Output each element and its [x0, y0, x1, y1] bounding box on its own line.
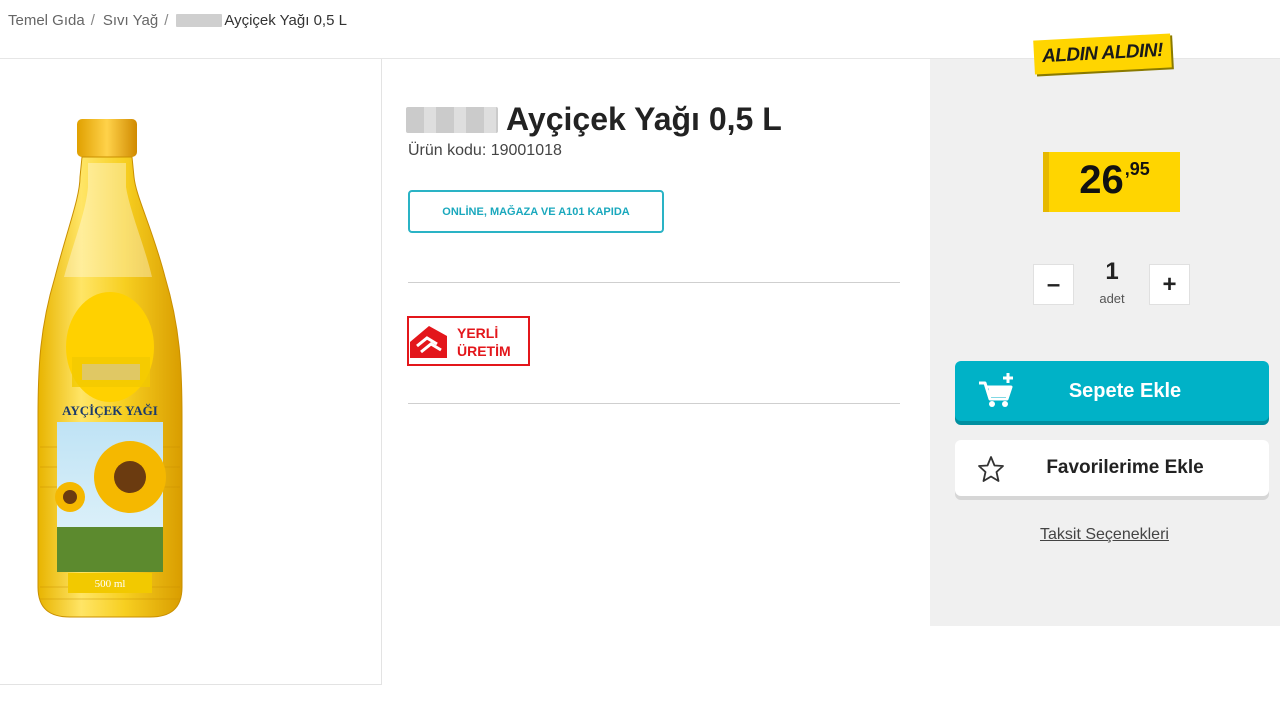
product-image-panel: AYÇİÇEK YAĞI 500 ml — [0, 59, 382, 685]
local-production-badge: YERLİ ÜRETİM — [407, 316, 530, 366]
cart-plus-icon — [979, 373, 1013, 407]
price-decimal: ,95 — [1124, 159, 1150, 179]
sales-channel-badge: ONLİNE, MAĞAZA VE A101 KAPIDA — [408, 190, 664, 233]
product-code: Ürün kodu: 19001018 — [408, 142, 562, 159]
add-to-favorites-button[interactable]: Favorilerime Ekle — [955, 440, 1269, 496]
breadcrumb: Temel Gıda / Sıvı Yağ / Ayçiçek Yağı 0,5… — [8, 12, 347, 29]
breadcrumb-item-temel-gida[interactable]: Temel Gıda — [8, 12, 85, 29]
svg-text:AYÇİÇEK YAĞI: AYÇİÇEK YAĞI — [62, 403, 158, 418]
quantity-decrease-button[interactable]: – — [1033, 264, 1074, 305]
add-to-cart-button[interactable]: Sepete Ekle — [955, 361, 1269, 421]
breadcrumb-separator: / — [90, 12, 95, 29]
breadcrumb-item-sivi-yag[interactable]: Sıvı Yağ — [103, 12, 158, 29]
installment-options-link[interactable]: Taksit Seçenekleri — [1040, 526, 1169, 544]
svg-text:500 ml: 500 ml — [95, 578, 126, 590]
price-tag: 26 ,95 — [1043, 152, 1180, 212]
divider — [408, 403, 900, 404]
product-title-text: Ayçiçek Yağı 0,5 L — [506, 101, 782, 138]
star-icon — [978, 456, 1004, 482]
add-to-favorites-label: Favorilerime Ekle — [1046, 457, 1204, 478]
brand-blur — [176, 14, 223, 27]
product-title: Ayçiçek Yağı 0,5 L — [406, 101, 782, 138]
breadcrumb-current: Ayçiçek Yağı 0,5 L — [224, 12, 347, 29]
divider — [408, 282, 900, 283]
quantity-unit: adet — [1099, 291, 1125, 306]
svg-text:ÜRETİM: ÜRETİM — [457, 343, 511, 359]
breadcrumb-separator: / — [164, 12, 169, 29]
quantity-value: 1 — [1105, 258, 1119, 285]
product-image[interactable]: AYÇİÇEK YAĞI 500 ml — [30, 117, 195, 622]
promo-tag: ALDIN ALDIN! — [1033, 33, 1172, 75]
price-integer: 26 — [1079, 158, 1124, 202]
svg-text:YERLİ: YERLİ — [457, 325, 498, 341]
brand-blur — [406, 106, 498, 133]
add-to-cart-label: Sepete Ekle — [1068, 379, 1182, 402]
quantity-increase-button[interactable]: + — [1149, 264, 1190, 305]
